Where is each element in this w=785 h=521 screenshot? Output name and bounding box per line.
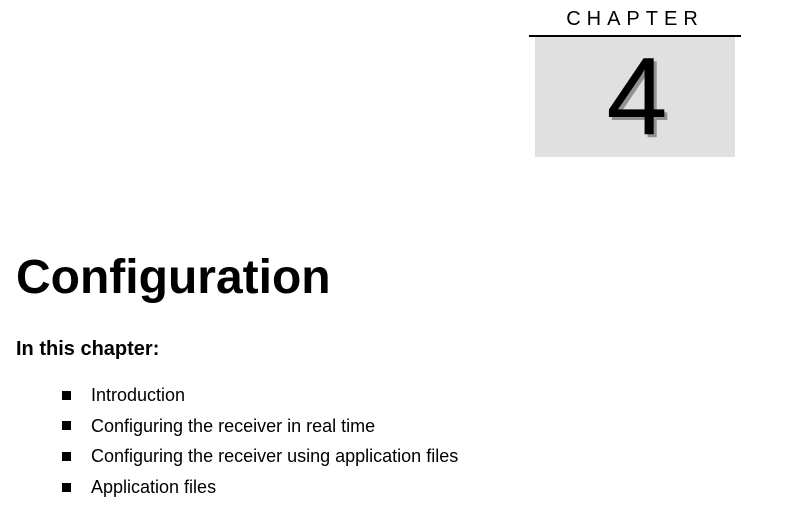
list-item: Introduction xyxy=(62,380,458,411)
square-bullet-icon xyxy=(62,483,71,492)
list-item: Configuring the receiver using applicati… xyxy=(62,441,458,472)
chapter-header-block: CHAPTER 4 xyxy=(535,8,735,157)
toc-list: Introduction Configuring the receiver in… xyxy=(62,380,458,502)
toc-item-label: Application files xyxy=(91,472,216,503)
chapter-number: 4 xyxy=(606,42,663,152)
chapter-number-box: 4 xyxy=(535,37,735,157)
toc-item-label: Introduction xyxy=(91,380,185,411)
toc-item-label: Configuring the receiver using applicati… xyxy=(91,441,458,472)
list-item: Configuring the receiver in real time xyxy=(62,411,458,442)
page-title: Configuration xyxy=(16,250,331,305)
list-item: Application files xyxy=(62,472,458,503)
section-heading: In this chapter: xyxy=(16,338,159,361)
square-bullet-icon xyxy=(62,452,71,461)
square-bullet-icon xyxy=(62,421,71,430)
toc-item-label: Configuring the receiver in real time xyxy=(91,411,375,442)
chapter-label: CHAPTER xyxy=(535,8,735,35)
square-bullet-icon xyxy=(62,391,71,400)
